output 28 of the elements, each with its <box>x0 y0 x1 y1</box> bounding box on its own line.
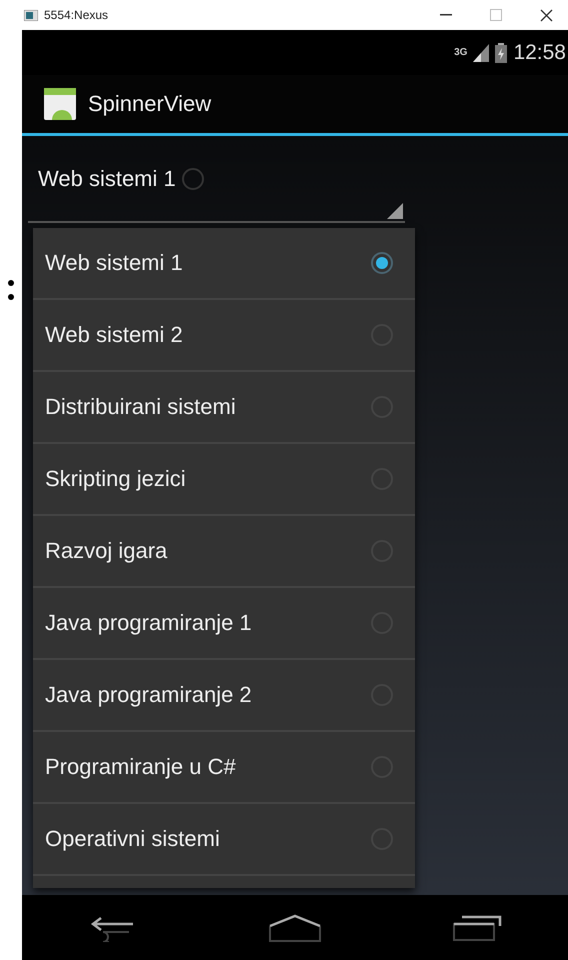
menu-item[interactable]: Razvoj igara <box>33 516 415 588</box>
app-title: SpinnerView <box>88 91 212 117</box>
menu-item[interactable]: Operativni sistemi <box>33 804 415 876</box>
dropdown-corner-icon <box>387 203 403 219</box>
spinner[interactable]: Web sistemi 1 <box>28 136 405 223</box>
network-type: 3G <box>454 47 468 58</box>
app-icon <box>44 88 76 120</box>
close-icon <box>540 8 552 22</box>
menu-item[interactable]: Java programiranje 1 <box>33 588 415 660</box>
radio-button[interactable] <box>371 252 393 274</box>
home-icon <box>268 914 322 942</box>
menu-item[interactable]: Web sistemi 2 <box>33 300 415 372</box>
menu-item[interactable]: Programiranje u C# <box>33 732 415 804</box>
emulator-icon <box>24 10 38 20</box>
radio-icon <box>182 168 204 190</box>
dots-icon <box>8 280 14 300</box>
window-title: 5554:Nexus <box>44 8 110 22</box>
menu-item[interactable]: Web sistemi 1 <box>33 228 415 300</box>
spinner-value: Web sistemi 1 <box>38 166 176 192</box>
recent-apps-icon <box>452 914 502 942</box>
maximize-icon <box>490 9 502 21</box>
signal-icon <box>473 44 490 62</box>
battery-icon <box>495 42 508 62</box>
menu-item[interactable]: Skripting jezici <box>33 444 415 516</box>
clock-time: 12:58 <box>513 40 566 64</box>
minimize-icon <box>440 14 452 16</box>
menu-item[interactable]: Java programiranje 2 <box>33 660 415 732</box>
menu-item[interactable]: Distribuirani sistemi <box>33 372 415 444</box>
